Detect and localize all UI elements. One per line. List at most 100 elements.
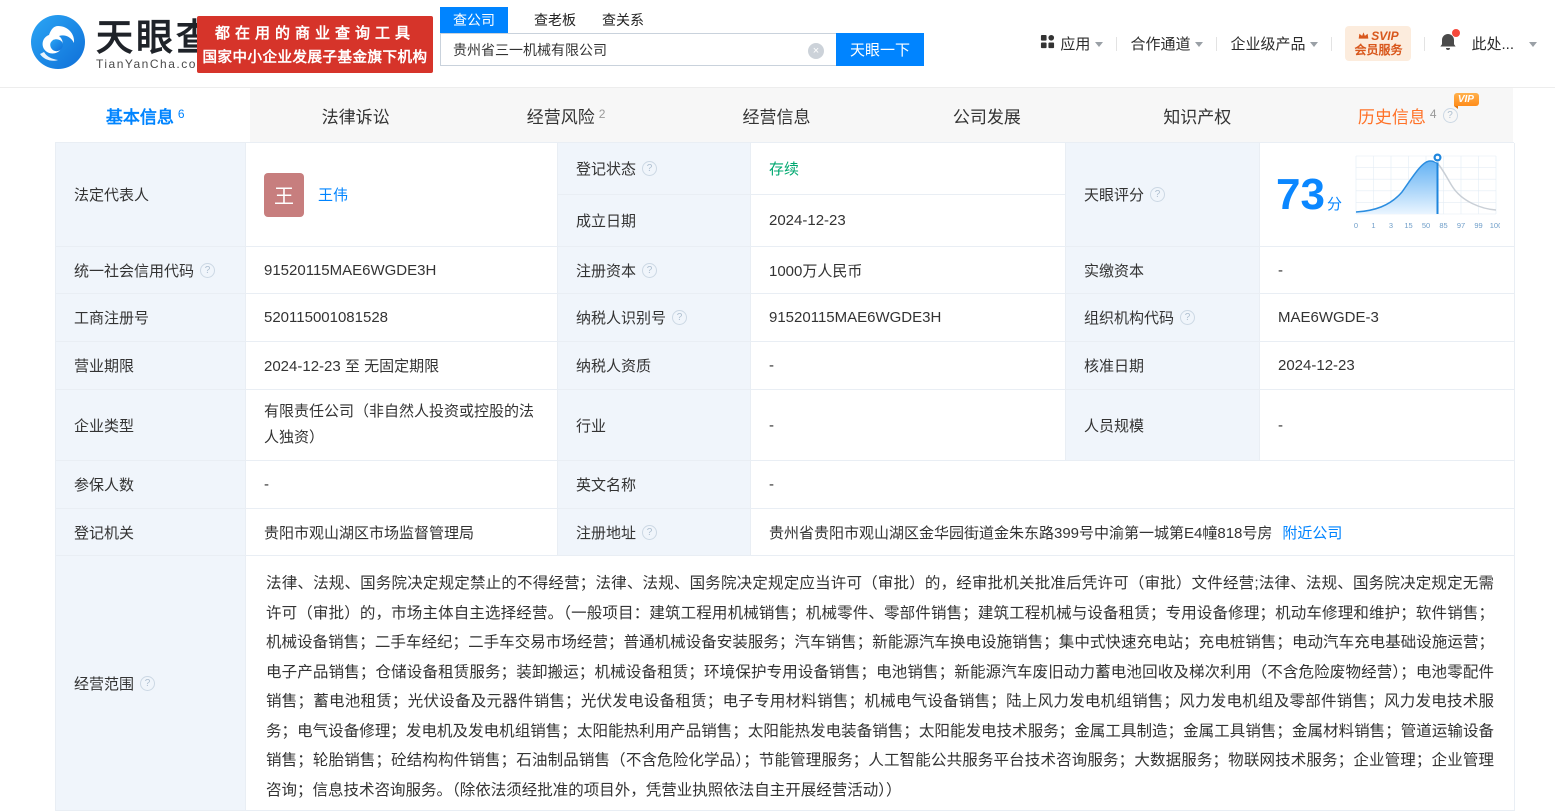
reg-capital-value-cell: 1000万人民币	[751, 247, 1066, 294]
help-icon[interactable]	[140, 675, 156, 691]
staff-size-value-cell: -	[1260, 390, 1515, 461]
tab-basic-info[interactable]: 基本信息 6	[40, 88, 251, 142]
slogan-line1: 都在用的商业查询工具	[214, 25, 415, 42]
tianyancha-logo-icon	[30, 14, 86, 75]
help-icon[interactable]	[642, 161, 658, 176]
status-badge: 存续	[769, 161, 800, 178]
divider	[1331, 36, 1333, 51]
company-type-value-cell: 有限责任公司（非自然人投资或控股的法人独资）	[246, 390, 558, 461]
apps-grid-icon	[1040, 34, 1055, 53]
nav-apps[interactable]: 应用	[1040, 33, 1104, 54]
reg-authority-value-cell: 贵阳市观山湖区市场监督管理局	[246, 509, 558, 556]
axis-tick: 1	[1371, 221, 1375, 230]
divider	[1424, 36, 1426, 51]
score-value-cell: 73 分 0 1 3 15 50 85 97 99 10	[1260, 143, 1515, 247]
nav-enterprise[interactable]: 企业级产品	[1230, 33, 1319, 54]
reg-capital-label-cell: 注册资本	[558, 247, 751, 294]
axis-tick: 100	[1490, 221, 1500, 230]
scope-label-cell: 经营范围	[56, 556, 246, 811]
search-area: 查公司 查老板 查关系 × 天眼一下	[440, 6, 924, 66]
axis-tick: 15	[1404, 221, 1412, 230]
search-input-box: ×	[440, 33, 836, 66]
site-logo[interactable]: 天眼查 TianYanCha.com	[30, 14, 216, 75]
legal-rep-avatar[interactable]: 王	[264, 172, 304, 217]
company-section-tabs: 基本信息 6 法律诉讼 经营风险 2 经营信息 公司发展 知识产权 VIP 历史…	[40, 88, 1513, 142]
taxpayer-qual-label-cell: 纳税人资质	[558, 342, 751, 390]
help-icon[interactable]	[642, 262, 658, 278]
notification-dot	[1452, 28, 1461, 37]
chevron-down-icon	[1195, 42, 1204, 47]
insured-value-cell: -	[246, 461, 558, 509]
reg-status-label-cell: 登记状态	[558, 143, 751, 195]
org-code-value-cell: MAE6WGDE-3	[1260, 294, 1515, 342]
status-date-subgrid: 登记状态 存续 成立日期 2024-12-23	[558, 143, 1066, 247]
search-tabs: 查公司 查老板 查关系	[440, 6, 924, 33]
tab-history-count: 4	[1429, 107, 1437, 121]
approval-date-value-cell: 2024-12-23	[1260, 342, 1515, 390]
axis-tick: 3	[1389, 221, 1393, 230]
search-button[interactable]: 天眼一下	[836, 33, 924, 66]
tab-history-info[interactable]: VIP 历史信息 4	[1303, 88, 1513, 142]
axis-tick: 99	[1474, 221, 1482, 230]
approval-date-label-cell: 核准日期	[1066, 342, 1260, 390]
help-icon[interactable]	[1180, 310, 1196, 325]
slogan-badge: 都在用的商业查询工具 国家中小企业发展子基金旗下机构	[197, 16, 433, 73]
help-icon[interactable]	[642, 524, 658, 540]
search-tab-boss[interactable]: 查老板	[534, 7, 576, 33]
basic-info-table: 法定代表人 王 王伟 登记状态 存续 成立日期 2024-12-23 天眼评分 …	[55, 142, 1515, 811]
tab-legal-proceedings[interactable]: 法律诉讼	[250, 88, 460, 142]
search-tab-relation[interactable]: 查关系	[602, 7, 644, 33]
english-name-value-cell: -	[751, 461, 1515, 509]
help-icon[interactable]	[672, 310, 688, 325]
est-date-value-cell: 2024-12-23	[751, 195, 1066, 247]
paid-capital-value-cell: -	[1260, 247, 1515, 294]
notifications-bell-icon[interactable]	[1438, 28, 1461, 56]
score-number: 73	[1276, 169, 1325, 219]
divider	[1116, 36, 1118, 51]
tab-risk-count: 2	[598, 107, 606, 121]
address-label-cell: 注册地址	[558, 509, 751, 556]
tab-business-risk[interactable]: 经营风险 2	[461, 88, 671, 142]
industry-label-cell: 行业	[558, 390, 751, 461]
taxpayer-id-value-cell: 91520115MAE6WGDE3H	[751, 294, 1066, 342]
clear-search-icon[interactable]: ×	[808, 43, 824, 59]
help-icon[interactable]	[1150, 187, 1166, 202]
axis-tick: 50	[1422, 221, 1430, 230]
reg-authority-label-cell: 登记机关	[56, 509, 246, 556]
reg-status-value-cell: 存续	[751, 143, 1066, 195]
chevron-down-icon	[1095, 42, 1104, 47]
taxpayer-qual-value-cell: -	[751, 342, 1066, 390]
nav-user-menu[interactable]: 此处...	[1471, 33, 1537, 54]
svip-member-badge[interactable]: SVIP 会员服务	[1345, 26, 1412, 61]
chevron-down-icon	[1310, 42, 1319, 47]
help-icon[interactable]	[1442, 107, 1458, 123]
tab-business-info[interactable]: 经营信息	[671, 88, 881, 142]
legal-rep-name-link[interactable]: 王伟	[318, 184, 348, 205]
term-label-cell: 营业期限	[56, 342, 246, 390]
nav-partner[interactable]: 合作通道	[1130, 33, 1204, 54]
header-nav: 应用 合作通道 企业级产品 SVIP 会员服务 此处...	[1040, 26, 1537, 61]
help-icon[interactable]	[200, 262, 216, 278]
site-header: 天眼查 TianYanCha.com 都在用的商业查询工具 国家中小企业发展子基…	[0, 0, 1555, 88]
vip-flag: VIP	[1453, 93, 1479, 109]
axis-tick: 85	[1439, 221, 1447, 230]
company-type-label-cell: 企业类型	[56, 390, 246, 461]
org-code-label-cell: 组织机构代码	[1066, 294, 1260, 342]
tab-company-development[interactable]: 公司发展	[882, 88, 1092, 142]
english-name-label-cell: 英文名称	[558, 461, 751, 509]
tab-intellectual-property[interactable]: 知识产权	[1092, 88, 1302, 142]
reg-number-value-cell: 520115001081528	[246, 294, 558, 342]
score-unit: 分	[1326, 195, 1342, 213]
search-input[interactable]	[441, 34, 793, 65]
credit-code-value-cell: 91520115MAE6WGDE3H	[246, 247, 558, 294]
score-label-cell: 天眼评分	[1066, 143, 1260, 247]
crown-icon	[1358, 30, 1369, 43]
industry-value-cell: -	[751, 390, 1066, 461]
axis-tick: 97	[1457, 221, 1465, 230]
credit-code-label-cell: 统一社会信用代码	[56, 247, 246, 294]
scope-value-cell: 法律、法规、国务院决定规定禁止的不得经营；法律、法规、国务院决定规定应当许可（审…	[246, 556, 1515, 811]
term-value-cell: 2024-12-23 至 无固定期限	[246, 342, 558, 390]
est-date-label-cell: 成立日期	[558, 195, 751, 247]
search-tab-company[interactable]: 查公司	[440, 7, 508, 33]
nearby-companies-link[interactable]: 附近公司	[1282, 522, 1342, 543]
